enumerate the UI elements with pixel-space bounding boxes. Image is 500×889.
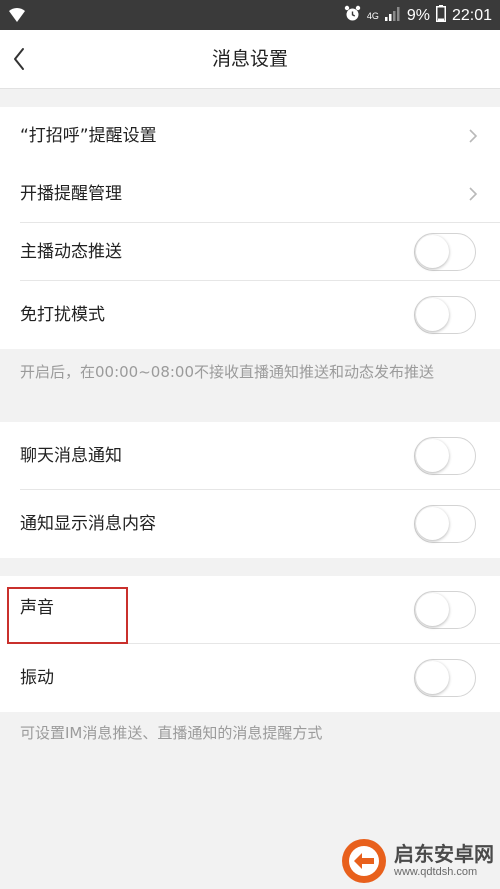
toggle-knob <box>416 661 449 694</box>
anchor-push-label: 主播动态推送 <box>20 242 122 262</box>
chevron-right-icon <box>468 186 478 202</box>
watermark: 启东安卓网 www.qdtdsh.com <box>340 837 494 885</box>
do-not-disturb-toggle[interactable] <box>414 296 476 334</box>
vibrate-label: 振动 <box>20 668 54 688</box>
network-type: 4G <box>366 10 379 21</box>
vibrate-toggle[interactable] <box>414 659 476 697</box>
toggle-knob <box>416 298 449 331</box>
wifi-icon <box>8 7 26 27</box>
greeting-settings-label: “打招呼”提醒设置 <box>20 126 157 146</box>
anchor-push-row: 主播动态推送 <box>0 223 500 281</box>
do-not-disturb-label: 免打扰模式 <box>20 305 105 325</box>
anchor-push-toggle[interactable] <box>414 233 476 271</box>
battery-icon <box>435 5 446 27</box>
do-not-disturb-row: 免打扰模式 <box>0 281 500 349</box>
live-group: 开播提醒管理 主播动态推送 免打扰模式 <box>0 165 500 349</box>
broadcast-management-label: 开播提醒管理 <box>20 184 122 204</box>
show-content-row: 通知显示消息内容 <box>0 490 500 558</box>
battery-percent: 9% <box>406 7 430 24</box>
clock: 22:01 <box>451 7 492 24</box>
do-not-disturb-hint: 开启后，在00:00~08:00不接收直播通知推送和动态发布推送 <box>20 363 435 381</box>
toggle-knob <box>416 235 449 268</box>
greeting-group: “打招呼”提醒设置 <box>0 107 500 165</box>
toggle-knob <box>416 507 449 540</box>
show-content-toggle[interactable] <box>414 505 476 543</box>
nav-bar: 消息设置 <box>0 30 500 89</box>
vibrate-row: 振动 <box>0 644 500 712</box>
chat-notify-row: 聊天消息通知 <box>0 422 500 490</box>
broadcast-management-row[interactable]: 开播提醒管理 <box>0 165 500 223</box>
page-title: 消息设置 <box>211 48 288 70</box>
status-bar: 4G 9% 22:01 <box>0 0 500 30</box>
watermark-logo-icon <box>340 837 388 885</box>
chat-group: 聊天消息通知 通知显示消息内容 <box>0 422 500 558</box>
watermark-url: www.qdtdsh.com <box>394 866 478 878</box>
toggle-knob <box>416 593 449 626</box>
toggle-knob <box>416 439 449 472</box>
sound-toggle[interactable] <box>414 591 476 629</box>
alarm-icon <box>344 5 361 27</box>
chat-notify-label: 聊天消息通知 <box>20 446 122 466</box>
highlight-box <box>7 587 128 644</box>
greeting-settings-row[interactable]: “打招呼”提醒设置 <box>0 107 500 165</box>
show-content-label: 通知显示消息内容 <box>20 514 156 534</box>
chevron-right-icon <box>468 128 478 144</box>
signal-icon <box>384 6 401 26</box>
watermark-title: 启东安卓网 <box>394 842 494 866</box>
chat-notify-toggle[interactable] <box>414 437 476 475</box>
alert-hint: 可设置IM消息推送、直播通知的消息提醒方式 <box>20 724 323 742</box>
